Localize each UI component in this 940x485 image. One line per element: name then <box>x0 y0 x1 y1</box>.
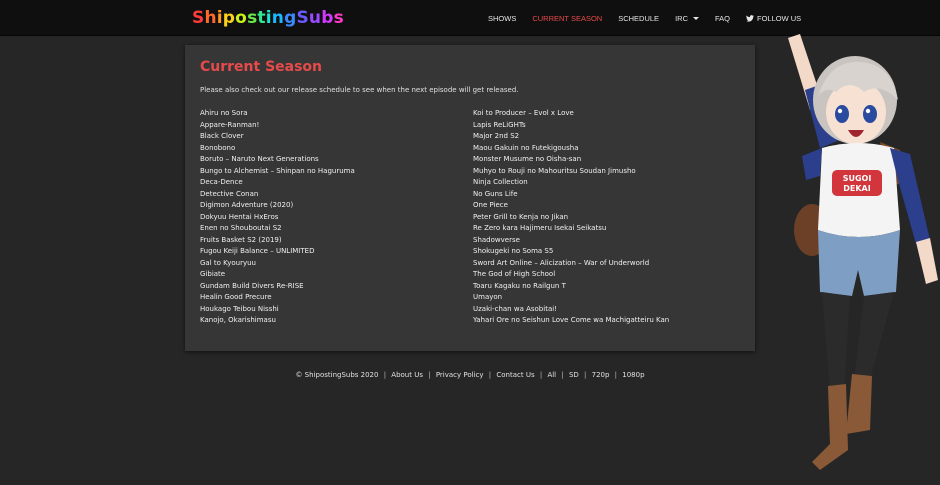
logo-letter: S <box>296 8 309 28</box>
show-link[interactable]: Fugou Keiji Balance – UNLIMITED <box>200 246 355 258</box>
footer-about-link[interactable]: About Us <box>391 371 423 379</box>
shirt-print-line1: SUGOI <box>843 174 872 183</box>
show-link[interactable]: Houkago Teibou Nisshi <box>200 304 355 316</box>
footer-1080p-link[interactable]: 1080p <box>622 371 644 379</box>
footer-separator: | <box>383 371 387 379</box>
show-link[interactable]: Shadowverse <box>473 235 669 247</box>
logo-letter: h <box>204 8 217 28</box>
show-link[interactable]: Appare-Ranman! <box>200 120 355 132</box>
shows-list-left: Ahiru no Sora Appare-Ranman! Black Clover B… <box>200 108 355 327</box>
nav-irc-label: IRC <box>675 13 688 23</box>
show-link[interactable]: Peter Grill to Kenja no Jikan <box>473 212 669 224</box>
logo-letter: g <box>284 8 297 28</box>
show-link[interactable]: Digimon Adventure (2020) <box>200 200 355 212</box>
show-link[interactable]: Boruto – Naruto Next Generations <box>200 154 355 166</box>
show-link[interactable]: Healin Good Precure <box>200 292 355 304</box>
nav-shows[interactable]: SHOWS <box>488 14 516 23</box>
footer-all-link[interactable]: All <box>547 371 556 379</box>
show-link[interactable]: The God of High School <box>473 269 669 281</box>
show-link[interactable]: Toaru Kagaku no Railgun T <box>473 281 669 293</box>
show-link[interactable]: No Guns Life <box>473 189 669 201</box>
show-link[interactable]: One Piece <box>473 200 669 212</box>
footer-separator: | <box>584 371 587 379</box>
twitter-icon <box>746 14 754 22</box>
show-link[interactable]: Uzaki-chan wa Asobitai! <box>473 304 669 316</box>
logo-letter: t <box>257 8 266 28</box>
nav-schedule[interactable]: SCHEDULE <box>618 14 659 23</box>
footer-separator: | <box>561 371 564 379</box>
logo-letter: o <box>235 8 248 28</box>
show-link[interactable]: Monster Musume no Oisha-san <box>473 154 669 166</box>
show-link[interactable]: Fruits Basket S2 (2019) <box>200 235 355 247</box>
show-link[interactable]: Muhyo to Rouji no Mahouritsu Soudan Jimu… <box>473 166 669 178</box>
caret-down-icon <box>692 16 699 20</box>
show-link[interactable]: Bungo to Alchemist – Shinpan no Haguruma <box>200 166 355 178</box>
shows-list-right: Koi to Producer – Evol x Love Lapis ReLiG… <box>473 108 669 327</box>
page-title: Current Season <box>200 59 323 75</box>
show-link[interactable]: Gibiate <box>200 269 355 281</box>
show-link[interactable]: Deca-Dence <box>200 177 355 189</box>
show-link[interactable]: Lapis ReLiGHTs <box>473 120 669 132</box>
nav-follow-us[interactable]: FOLLOW US <box>746 14 801 23</box>
logo-letter: p <box>222 8 236 28</box>
nav-irc[interactable]: IRC <box>675 14 699 23</box>
show-link[interactable]: Gundam Build Divers Re-RISE <box>200 281 355 293</box>
show-link[interactable]: Dokyuu Hentai HxEros <box>200 212 355 224</box>
show-link[interactable]: Detective Conan <box>200 189 355 201</box>
footer-sd-link[interactable]: SD <box>569 371 579 379</box>
show-link[interactable]: Koi to Producer – Evol x Love <box>473 108 669 120</box>
mascot-illustration: SUGOI DEKAI <box>788 34 938 470</box>
logo-letter: s <box>333 8 344 28</box>
site-logo[interactable]: ShipostingSubs <box>192 7 344 29</box>
footer-separator: | <box>428 371 431 379</box>
footer-720p-link[interactable]: 720p <box>592 371 610 379</box>
nav-follow-us-label: FOLLOW US <box>757 13 802 23</box>
nav-faq[interactable]: FAQ <box>715 14 730 23</box>
show-link[interactable]: Enen no Shouboutai S2 <box>200 223 355 235</box>
show-link[interactable]: Black Clover <box>200 131 355 143</box>
show-link[interactable]: Re Zero kara Hajimeru Isekai Seikatsu <box>473 223 669 235</box>
logo-letter: b <box>321 8 334 28</box>
footer-separator: | <box>539 371 543 379</box>
show-link[interactable]: Gal to Kyouryuu <box>200 258 355 270</box>
logo-letter: S <box>192 8 205 28</box>
show-link[interactable]: Kanojo, Okarishimasu <box>200 315 355 327</box>
show-link[interactable]: Ahiru no Sora <box>200 108 355 120</box>
footer-separator: | <box>614 371 618 379</box>
show-link[interactable]: Ninja Collection <box>473 177 669 189</box>
footer-copyright: © ShipostingSubs 2020 <box>295 371 379 379</box>
show-link[interactable]: Maou Gakuin no Futekigousha <box>473 143 669 155</box>
show-link[interactable]: Umayon <box>473 292 669 304</box>
intro-text: Please also check out our release schedu… <box>200 86 519 94</box>
show-link[interactable]: Shokugeki no Soma S5 <box>473 246 669 258</box>
current-season-card: Current Season Please also check out our… <box>185 45 755 351</box>
show-link[interactable]: Major 2nd S2 <box>473 131 669 143</box>
nav-current-season[interactable]: CURRENT SEASON <box>532 14 602 23</box>
footer-separator: | <box>488 371 492 379</box>
show-link[interactable]: Sword Art Online – Alicization – War of … <box>473 258 669 270</box>
footer-contact-link[interactable]: Contact Us <box>496 371 534 379</box>
logo-letter: u <box>308 8 322 28</box>
show-link[interactable]: Bonobono <box>200 143 355 155</box>
show-link[interactable]: Yahari Ore no Seishun Love Come wa Machi… <box>473 315 669 327</box>
shirt-print-line2: DEKAI <box>843 184 870 193</box>
logo-letter: n <box>271 8 285 28</box>
logo-letter: s <box>247 8 258 28</box>
footer-privacy-link[interactable]: Privacy Policy <box>436 371 484 379</box>
